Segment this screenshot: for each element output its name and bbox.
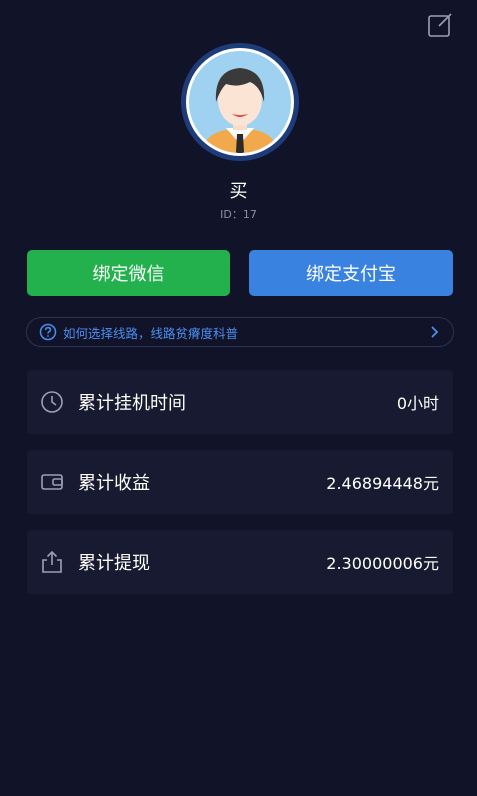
wallet-icon xyxy=(40,470,64,494)
stat-value: 2.30000006元 xyxy=(326,554,439,573)
bind-alipay-button[interactable]: 绑定支付宝 xyxy=(249,250,453,296)
username: 买 xyxy=(229,181,248,202)
share-icon xyxy=(40,550,64,574)
edit-profile-button[interactable] xyxy=(427,12,453,38)
stat-label: 累计提现 xyxy=(78,553,150,574)
stat-value: 0小时 xyxy=(396,394,439,413)
route-guide-link[interactable]: 如何选择线路，线路贫瘠度科普 xyxy=(26,317,454,347)
stat-label: 累计收益 xyxy=(78,473,150,494)
user-id: ID：17 xyxy=(220,208,257,221)
clock-icon xyxy=(40,390,64,414)
question-icon xyxy=(39,323,57,341)
edit-icon xyxy=(428,13,452,37)
stat-card-withdrawn: 累计提现 2.30000006元 xyxy=(27,530,453,594)
chevron-right-icon xyxy=(429,325,441,339)
stat-card-earnings: 累计收益 2.46894448元 xyxy=(27,450,453,514)
route-guide-text: 如何选择线路，线路贫瘠度科普 xyxy=(63,325,239,341)
avatar xyxy=(180,42,300,162)
bind-wechat-button[interactable]: 绑定微信 xyxy=(27,250,230,296)
stat-label: 累计挂机时间 xyxy=(78,393,186,414)
stat-value: 2.46894448元 xyxy=(326,474,439,493)
stat-card-online-time: 累计挂机时间 0小时 xyxy=(27,370,453,434)
